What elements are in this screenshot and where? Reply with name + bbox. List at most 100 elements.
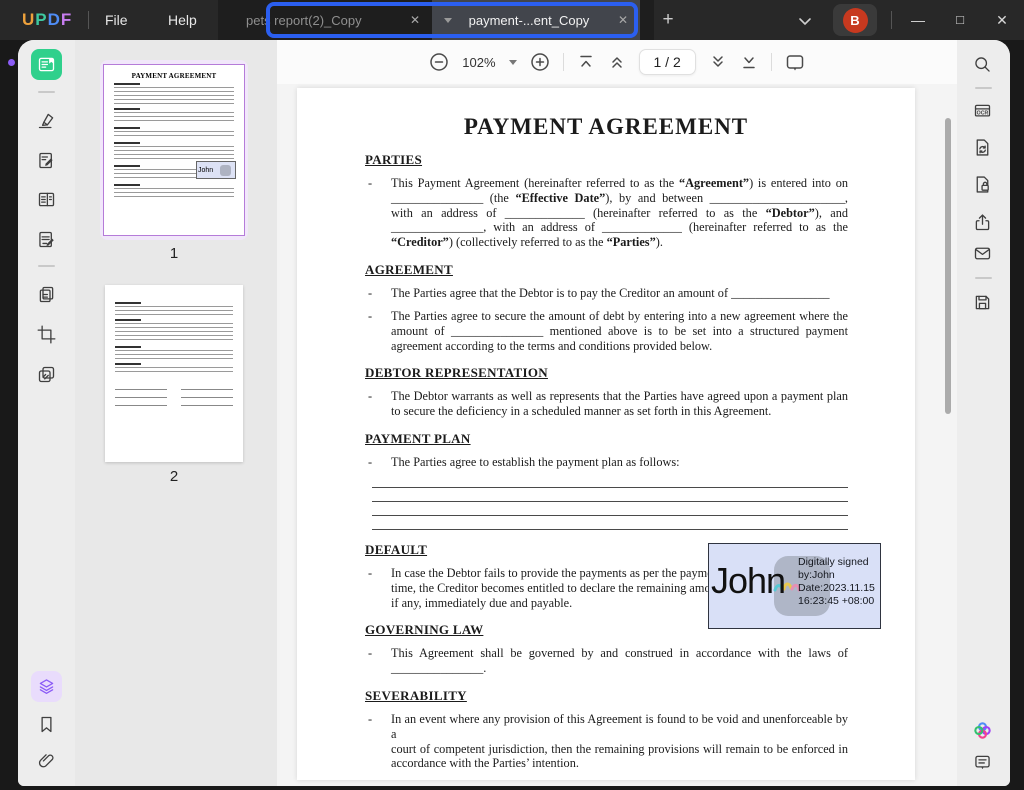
bullet-dash: - — [368, 712, 391, 771]
bookmark-icon[interactable] — [31, 709, 62, 740]
ocr-icon[interactable]: OCR — [967, 96, 998, 127]
thumbnail-page-number: 1 — [100, 245, 248, 262]
doc-section: PARTIES-This Payment Agreement (hereinaf… — [388, 152, 848, 250]
updf-logo[interactable]: UPDF — [22, 10, 72, 30]
doc-text-line: The Debtor warrants as well as represent… — [391, 389, 848, 404]
maximize-button[interactable]: □ — [941, 0, 979, 40]
doc-text-line: _______________, with an address of ____… — [391, 220, 848, 235]
menu-help[interactable]: Help — [168, 0, 197, 40]
bullet-dash: - — [368, 176, 391, 250]
document-sections: PARTIES-This Payment Agreement (hereinaf… — [388, 152, 848, 771]
doc-text-line: “Creditor”) (collectively referred to as… — [391, 235, 848, 250]
doc-section: SEVERABILITY-In an event where any provi… — [388, 688, 848, 771]
chevron-down-icon[interactable] — [798, 13, 812, 31]
close-button[interactable]: ✕ — [983, 0, 1021, 40]
new-tab-button[interactable]: + — [656, 8, 680, 32]
thumbnail-page-2[interactable] — [105, 285, 243, 462]
bullet-item: -The Parties agree to secure the amount … — [388, 309, 848, 353]
zoom-out-icon[interactable] — [429, 52, 449, 72]
convert-icon[interactable] — [31, 279, 62, 310]
annotate-icon[interactable] — [31, 105, 62, 136]
doc-text-line: The Parties agree to establish the payme… — [391, 455, 848, 470]
attachment-icon[interactable] — [31, 745, 62, 776]
digital-signature-stamp[interactable]: John Digitally signedby:JohnDate:2023.11… — [708, 543, 881, 629]
tab-close-icon[interactable]: ✕ — [398, 13, 432, 27]
logo-letter-u: U — [22, 10, 35, 29]
doc-section: PAYMENT PLAN-The Parties agree to establ… — [388, 431, 848, 530]
zoom-level[interactable]: 102% — [462, 55, 495, 70]
doc-text-line: _______________ (the “Effective Date”), … — [391, 191, 848, 206]
divider — [771, 53, 772, 71]
logo-letter-d: D — [48, 10, 61, 29]
organize-icon[interactable] — [31, 184, 62, 215]
thumbnail-page-number: 2 — [100, 468, 248, 485]
tab-pets-report[interactable]: pets report(2)_Copy ✕ — [230, 0, 432, 40]
bullet-dash: - — [368, 286, 391, 301]
search-icon[interactable] — [967, 49, 998, 80]
crop-icon[interactable] — [31, 319, 62, 350]
presentation-icon[interactable] — [785, 52, 805, 72]
tab-payment-agreement[interactable]: payment-...ent_Copy ✕ — [432, 0, 640, 40]
go-first-page-icon[interactable] — [577, 53, 595, 71]
minimize-button[interactable]: — — [899, 0, 937, 40]
pdf-page: PAYMENT AGREEMENT PARTIES-This Payment A… — [297, 88, 915, 780]
bullet-dash: - — [368, 455, 391, 470]
section-heading: AGREEMENT — [365, 262, 848, 278]
zoom-dropdown-icon[interactable] — [509, 60, 517, 65]
ai-assistant-icon[interactable] — [967, 715, 998, 746]
left-toolbar — [18, 40, 75, 786]
email-icon[interactable] — [967, 238, 998, 269]
doc-section: DEBTOR REPRESENTATION-The Debtor warrant… — [388, 365, 848, 419]
bullet-item: -In an event where any provision of this… — [388, 712, 848, 771]
next-page-icon[interactable] — [709, 53, 727, 71]
vertical-scrollbar[interactable] — [945, 118, 951, 414]
chevron-down-icon[interactable] — [444, 18, 452, 23]
mini-doc-title: PAYMENT AGREEMENT — [104, 72, 244, 80]
app-window: PAYMENT AGREEMENT John 1 2 — [18, 40, 1010, 786]
right-toolbar: OCR — [957, 40, 1010, 786]
zoom-in-icon[interactable] — [530, 52, 550, 72]
divider — [975, 87, 992, 89]
tab-strip: pets report(2)_Copy ✕ payment-...ent_Cop… — [218, 0, 654, 40]
document-viewer: 102% 1 / 2 PAYMENT AGREEMENT PARTIES-Thi… — [277, 40, 957, 786]
logo-letter-f: F — [61, 10, 72, 29]
convert-page-icon[interactable] — [967, 132, 998, 163]
edit-icon[interactable] — [31, 145, 62, 176]
doc-text-line: The Parties agree to secure the amount o… — [391, 309, 848, 324]
doc-text-line: This Payment Agreement (hereinafter refe… — [391, 176, 848, 191]
bullet-dash: - — [368, 389, 391, 419]
page-indicator[interactable]: 1 / 2 — [639, 49, 696, 75]
layers-icon[interactable] — [31, 671, 62, 702]
svg-text:OCR: OCR — [977, 110, 989, 116]
viewer-toolbar: 102% 1 / 2 — [277, 40, 957, 84]
doc-text-line: In an event where any provision of this … — [391, 712, 848, 742]
divider — [975, 277, 992, 279]
doc-text-line: agreement according to the terms and con… — [391, 339, 848, 354]
menu-file[interactable]: File — [105, 0, 128, 40]
protect-icon[interactable] — [967, 169, 998, 200]
fill-sign-icon[interactable] — [31, 224, 62, 255]
doc-section: GOVERNING LAW-This Agreement shall be go… — [388, 622, 848, 676]
tab-label: pets report(2)_Copy — [230, 13, 398, 28]
bullet-item: -This Agreement shall be governed by and… — [388, 646, 848, 676]
fill-in-lines — [372, 474, 848, 530]
section-heading: DEBTOR REPRESENTATION — [365, 365, 848, 381]
doc-text-line: _______________. — [391, 661, 848, 676]
bullet-dash: - — [368, 646, 391, 676]
divider — [38, 265, 55, 267]
previous-page-icon[interactable] — [608, 53, 626, 71]
logo-letter-p: P — [35, 10, 47, 29]
share-icon[interactable] — [967, 207, 998, 238]
tab-close-icon[interactable]: ✕ — [606, 13, 640, 27]
thumbnail-page-1[interactable]: PAYMENT AGREEMENT John — [100, 60, 248, 240]
reader-icon[interactable] — [31, 49, 62, 80]
go-last-page-icon[interactable] — [740, 53, 758, 71]
bullet-item: -The Parties agree to establish the paym… — [388, 455, 848, 470]
section-heading: PAYMENT PLAN — [365, 431, 848, 447]
account-button[interactable]: B — [833, 4, 877, 36]
pages-icon[interactable] — [31, 359, 62, 390]
comment-icon[interactable] — [967, 747, 998, 778]
save-icon[interactable] — [967, 287, 998, 318]
bullet-dash: - — [368, 309, 391, 353]
divider — [88, 11, 89, 29]
